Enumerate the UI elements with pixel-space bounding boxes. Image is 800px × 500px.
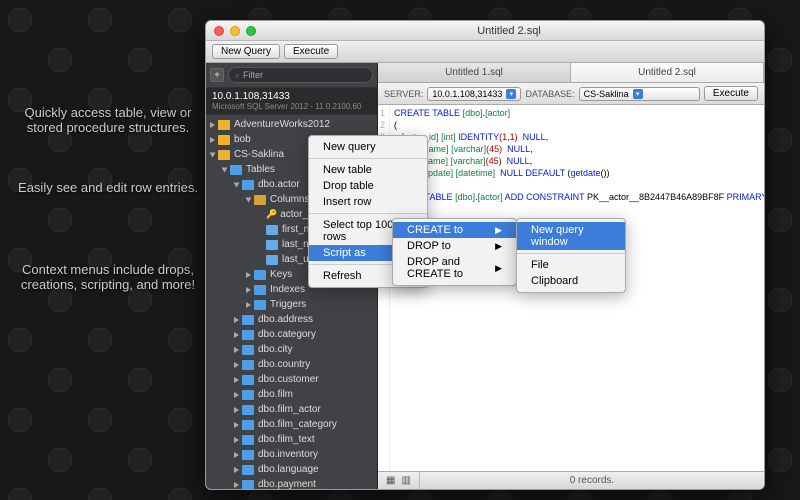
table-node[interactable]: dbo.customer [206,372,377,387]
database-select[interactable]: CS-Saklina▾ [579,87,700,101]
table-node[interactable]: dbo.address [206,312,377,327]
close-icon[interactable] [214,26,224,36]
new-query-button[interactable]: New Query [212,44,280,59]
minimize-icon[interactable] [230,26,240,36]
promo-text-2: Easily see and edit row entries. [8,180,208,195]
table-node[interactable]: dbo.film_text [206,432,377,447]
folder-icon [242,390,254,400]
execute-query-button[interactable]: Execute [704,86,758,101]
folder-icon [254,195,266,205]
results-text-icon[interactable]: ▥ [401,475,410,486]
column-icon [266,225,278,235]
titlebar[interactable]: Untitled 2.sql [206,21,764,41]
folder-icon [242,480,254,490]
zoom-icon[interactable] [246,26,256,36]
promo-text-3: Context menus include drops, creations, … [8,262,208,292]
status-bar: ▦ ▥ 0 records. [378,471,764,489]
menu-separator [309,158,427,159]
record-count: 0 records. [420,475,764,486]
results-grid-icon[interactable]: ▦ [386,475,395,486]
tab-untitled1[interactable]: Untitled 1.sql [378,63,571,82]
toolbar: New Query Execute [206,41,764,63]
database-icon [218,150,230,160]
chevron-down-icon: ▾ [633,89,643,99]
menu-insert-row[interactable]: Insert row [309,194,427,210]
tab-untitled2[interactable]: Untitled 2.sql [571,63,764,82]
table-node[interactable]: dbo.payment [206,477,377,489]
menu-separator [517,253,625,254]
menu-new-query[interactable]: New query [309,139,427,155]
table-node[interactable]: dbo.film [206,387,377,402]
column-icon [266,240,278,250]
search-icon: ⌕ [235,70,240,81]
table-node[interactable]: dbo.category [206,327,377,342]
table-node[interactable]: dbo.language [206,462,377,477]
folder-icon [242,465,254,475]
folder-icon [242,360,254,370]
submenu-script-as: CREATE to▶ DROP to▶ DROP and CREATE to▶ [392,218,517,286]
menu-clipboard[interactable]: Clipboard [517,273,625,289]
column-icon [266,255,278,265]
menu-separator [309,213,427,214]
folder-icon [242,315,254,325]
folder-icon [242,180,254,190]
filter-placeholder: Filter [243,70,263,80]
table-node[interactable]: dbo.inventory [206,447,377,462]
menu-drop-create-to[interactable]: DROP and CREATE to▶ [393,254,516,282]
folder-icon [230,165,242,175]
chevron-right-icon: ▶ [495,241,502,252]
connection-bar: SERVER: 10.0.1.108,31433▾ DATABASE: CS-S… [378,83,764,105]
folder-icon [242,345,254,355]
server-label: SERVER: [384,89,423,99]
menu-file[interactable]: File [517,257,625,273]
folder-icon [242,435,254,445]
add-connection-button[interactable]: + [210,68,224,82]
connection-sub: Microsoft SQL Server 2012 - 11.0.2100.60 [212,102,371,111]
execute-button[interactable]: Execute [284,44,338,59]
table-node[interactable]: dbo.film_category [206,417,377,432]
menu-drop-table[interactable]: Drop table [309,178,427,194]
chevron-right-icon: ▶ [495,225,502,236]
window-title: Untitled 2.sql [262,25,756,37]
key-icon: 🔑 [266,209,277,220]
editor-tabs: Untitled 1.sql Untitled 2.sql [378,63,764,83]
folder-icon [242,375,254,385]
connection-name: 10.0.1.108,31433 [212,91,371,102]
promo-text-1: Quickly access table, view or stored pro… [8,105,208,135]
table-node[interactable]: dbo.city [206,342,377,357]
folder-icon [254,300,266,310]
menu-new-query-window[interactable]: New query window [517,222,625,250]
folder-icon [254,270,266,280]
database-icon [218,135,230,145]
table-node[interactable]: dbo.country [206,357,377,372]
triggers-node[interactable]: Triggers [206,297,377,312]
db-node[interactable]: AdventureWorks2012 [206,117,377,132]
folder-icon [242,420,254,430]
folder-icon [242,405,254,415]
chevron-right-icon: ▶ [495,263,502,274]
menu-new-table[interactable]: New table [309,162,427,178]
folder-icon [254,285,266,295]
table-node[interactable]: dbo.film_actor [206,402,377,417]
submenu-create-to: New query window File Clipboard [516,218,626,293]
filter-input[interactable]: ⌕ Filter [228,67,373,83]
server-select[interactable]: 10.0.1.108,31433▾ [427,87,521,101]
connection-header[interactable]: 10.0.1.108,31433 Microsoft SQL Server 20… [206,88,377,115]
menu-create-to[interactable]: CREATE to▶ [393,222,516,238]
chevron-down-icon: ▾ [506,89,516,99]
folder-icon [242,330,254,340]
db-label: DATABASE: [525,89,574,99]
menu-drop-to[interactable]: DROP to▶ [393,238,516,254]
folder-icon [242,450,254,460]
database-icon [218,120,230,130]
